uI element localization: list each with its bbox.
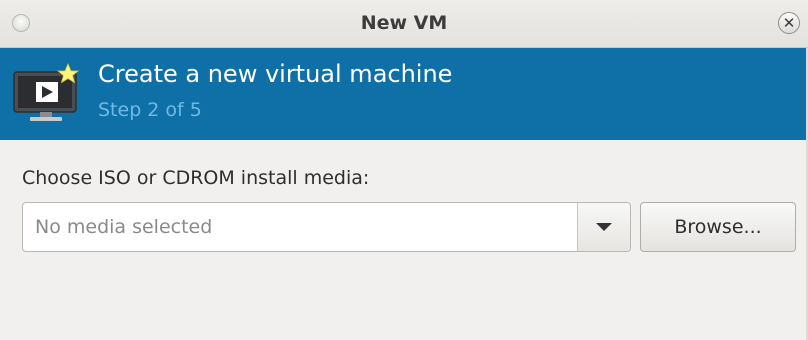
install-media-dropdown-button[interactable]	[577, 203, 630, 251]
chevron-down-icon	[596, 223, 612, 231]
close-icon: ✕	[782, 13, 796, 32]
title-bar: New VM ✕	[0, 0, 808, 48]
vm-monitor-icon	[13, 62, 80, 121]
close-button[interactable]: ✕	[778, 12, 800, 34]
browse-button[interactable]: Browse...	[640, 202, 796, 252]
wizard-title: Create a new virtual machine	[98, 60, 453, 88]
install-media-label: Choose ISO or CDROM install media:	[22, 167, 370, 189]
new-vm-dialog: New VM ✕ Create a new virtual machine St…	[0, 0, 808, 340]
window-title: New VM	[360, 12, 448, 34]
install-media-combobox	[22, 202, 631, 252]
install-media-input[interactable]	[23, 203, 578, 251]
wizard-step-indicator: Step 2 of 5	[98, 99, 202, 121]
wizard-header: Create a new virtual machine Step 2 of 5	[0, 48, 808, 140]
